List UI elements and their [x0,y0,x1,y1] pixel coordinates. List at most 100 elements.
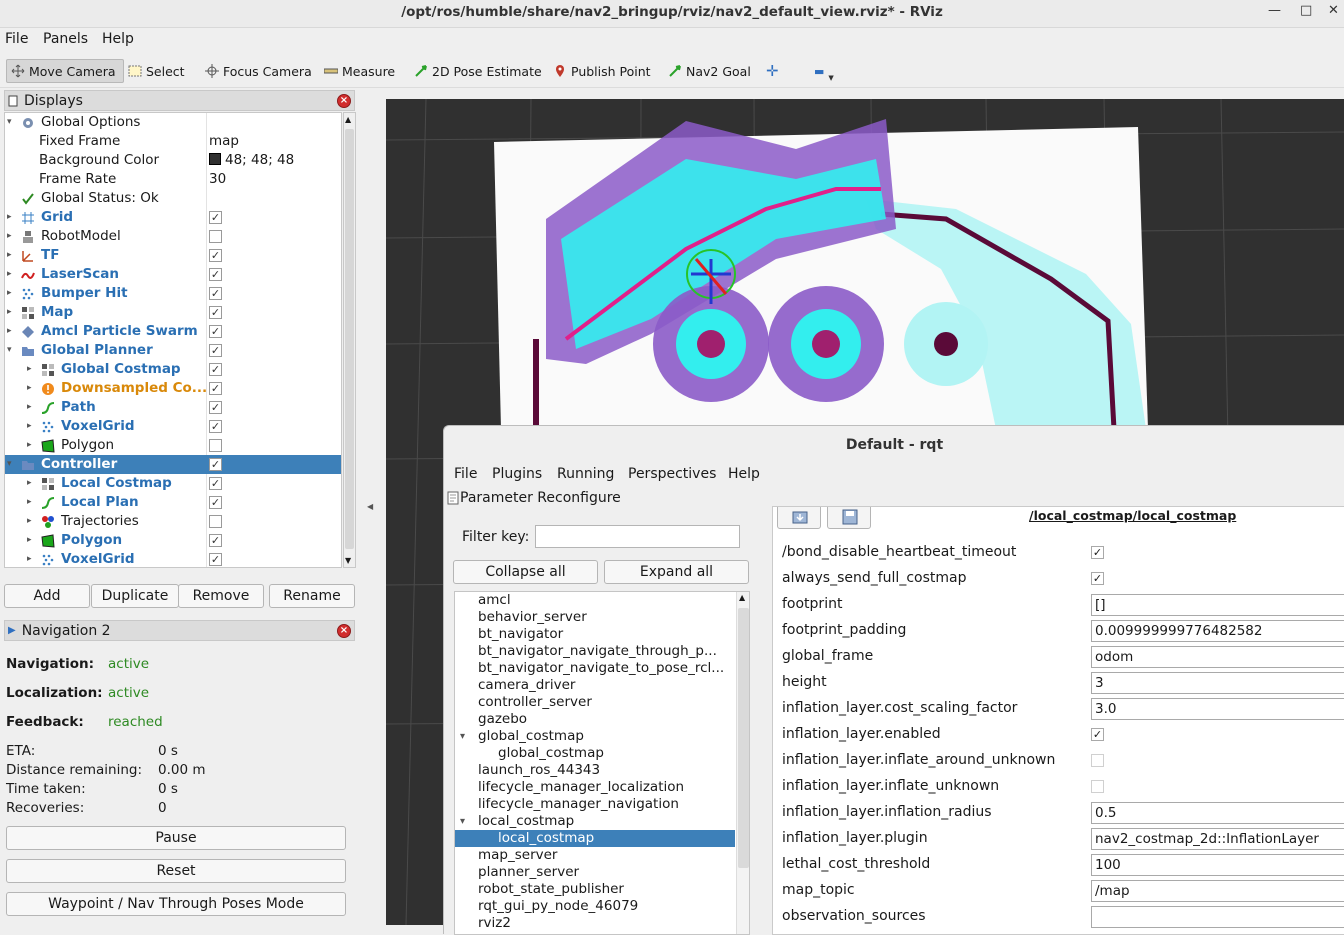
expand-arrow-icon[interactable]: ▸ [7,246,12,265]
expand-arrow-icon[interactable]: ▸ [27,550,32,567]
minimize-button[interactable]: — [1268,3,1281,18]
expand-arrow-icon[interactable]: ▸ [27,417,32,436]
display-row[interactable]: ▸ Grid ✓ [5,208,341,227]
node-tree-item[interactable]: behavior_server [455,609,735,626]
display-checkbox[interactable]: ✓ [209,287,222,300]
expand-arrow-icon[interactable]: ▸ [7,284,12,303]
node-tree-item[interactable]: rviz2 [455,915,735,932]
expand-arrow-icon[interactable]: ▸ [27,474,32,493]
parameter-checkbox[interactable]: ✓ [1091,546,1104,559]
display-value-cell[interactable]: 30 [209,170,226,189]
display-row[interactable]: ▸ Path ✓ [5,398,341,417]
parameter-value-input[interactable]: 100 [1091,854,1344,876]
menu-file[interactable]: File [5,31,28,47]
display-row[interactable]: Background Color 48; 48; 48 [5,151,341,170]
display-checkbox[interactable]: ✓ [209,534,222,547]
display-checkbox[interactable] [209,230,222,243]
display-checkbox[interactable]: ✓ [209,458,222,471]
rename-display-button[interactable]: Rename [269,584,355,608]
filter-input[interactable] [535,525,740,548]
display-value[interactable]: 48; 48; 48 [225,152,294,168]
parameter-value-input[interactable]: odom [1091,646,1344,668]
parameter-value-input[interactable]: [] [1091,594,1344,616]
node-tree-item[interactable]: lifecycle_manager_navigation [455,796,735,813]
display-row[interactable]: ▾ Global Planner ✓ [5,341,341,360]
display-row[interactable]: ▾ Global Options [5,113,341,132]
node-tree-item[interactable]: bt_navigator [455,626,735,643]
parameter-value-input[interactable]: nav2_costmap_2d::InflationLayer [1091,828,1344,850]
expand-arrow-icon[interactable]: ▸ [27,398,32,417]
menu-help[interactable]: Help [102,31,134,47]
display-value-cell[interactable]: map [209,132,239,151]
node-tree-item[interactable]: map_server [455,847,735,864]
display-row[interactable]: ▸ Bumper Hit ✓ [5,284,341,303]
collapse-left-icon[interactable]: ◀ [367,502,373,511]
scrollbar-thumb[interactable] [345,129,354,549]
display-row[interactable]: ▸ Downsampled Co... ✓ [5,379,341,398]
close-navigation-button[interactable]: × [337,624,351,638]
node-tree-item[interactable]: lifecycle_manager_localization [455,779,735,796]
display-checkbox[interactable]: ✓ [209,344,222,357]
close-displays-button[interactable]: × [337,94,351,108]
expand-arrow-icon[interactable]: ▾ [460,728,465,745]
menu-panels[interactable]: Panels [43,31,88,47]
scroll-down-icon[interactable]: ▼ [345,556,351,565]
expand-arrow-icon[interactable]: ▾ [7,455,12,474]
display-row[interactable]: ▸ Amcl Particle Swarm ✓ [5,322,341,341]
display-checkbox[interactable]: ✓ [209,268,222,281]
parameter-checkbox[interactable]: ✓ [1091,572,1104,585]
expand-arrow-icon[interactable]: ▾ [7,113,12,132]
node-tree-scrollbar[interactable]: ▲ [736,592,749,934]
publish-point-tool[interactable]: Publish Point [549,59,655,83]
node-tree-item[interactable]: bt_navigator_navigate_to_pose_rcl... [455,660,735,677]
expand-arrow-icon[interactable]: ▸ [7,303,12,322]
add-display-button[interactable]: Add [4,584,90,608]
display-checkbox[interactable]: ✓ [209,420,222,433]
maximize-button[interactable]: □ [1300,3,1312,18]
move-camera-tool[interactable]: Move Camera [6,59,124,83]
rqt-menu-file[interactable]: File [454,466,477,482]
display-value[interactable]: map [209,133,239,149]
rqt-menu-help[interactable]: Help [728,466,760,482]
node-tree-item[interactable]: launch_ros_44343 [455,762,735,779]
display-row[interactable]: ▸ Trajectories [5,512,341,531]
display-checkbox[interactable]: ✓ [209,553,222,566]
parameter-value-input[interactable]: /map [1091,880,1344,902]
display-row[interactable]: ▸ VoxelGrid ✓ [5,550,341,567]
display-row[interactable]: Fixed Frame map [5,132,341,151]
select-tool[interactable]: Select [124,59,189,83]
panel-splitter[interactable]: ◀ [362,90,382,930]
add-tool-button[interactable]: ✛ [762,59,783,83]
collapse-arrow-icon[interactable]: ▶ [8,625,16,636]
pose-estimate-tool[interactable]: 2D Pose Estimate [410,59,546,83]
expand-arrow-icon[interactable]: ▸ [7,322,12,341]
expand-arrow-icon[interactable]: ▸ [7,265,12,284]
display-row[interactable]: ▸ VoxelGrid ✓ [5,417,341,436]
node-tree-item[interactable]: ▾ local_costmap [455,813,735,830]
parameter-checkbox[interactable]: ✓ [1091,728,1104,741]
display-row[interactable]: Frame Rate 30 [5,170,341,189]
display-row[interactable]: ▸ LaserScan ✓ [5,265,341,284]
display-checkbox[interactable]: ✓ [209,211,222,224]
expand-arrow-icon[interactable]: ▸ [27,512,32,531]
remove-tool-button[interactable]: ▬ ▼ [810,59,838,83]
display-row[interactable]: Global Status: Ok [5,189,341,208]
parameter-value-input[interactable]: 0.5 [1091,802,1344,824]
parameter-value-input[interactable]: 0.009999999776482582 [1091,620,1344,642]
close-window-button[interactable]: ✕ [1328,3,1339,18]
display-checkbox[interactable]: ✓ [209,363,222,376]
duplicate-display-button[interactable]: Duplicate [91,584,179,608]
remove-display-button[interactable]: Remove [178,584,264,608]
display-row[interactable]: ▸ Polygon [5,436,341,455]
pause-button[interactable]: Pause [6,826,346,850]
expand-arrow-icon[interactable]: ▾ [460,813,465,830]
parameter-value-input[interactable] [1091,906,1344,928]
collapse-all-button[interactable]: Collapse all [453,560,598,584]
expand-all-button[interactable]: Expand all [604,560,749,584]
display-checkbox[interactable] [209,515,222,528]
expand-arrow-icon[interactable]: ▾ [7,341,12,360]
display-checkbox[interactable]: ✓ [209,496,222,509]
scroll-up-icon[interactable]: ▲ [739,593,745,602]
expand-arrow-icon[interactable]: ▸ [27,531,32,550]
display-row[interactable]: ▸ Local Plan ✓ [5,493,341,512]
